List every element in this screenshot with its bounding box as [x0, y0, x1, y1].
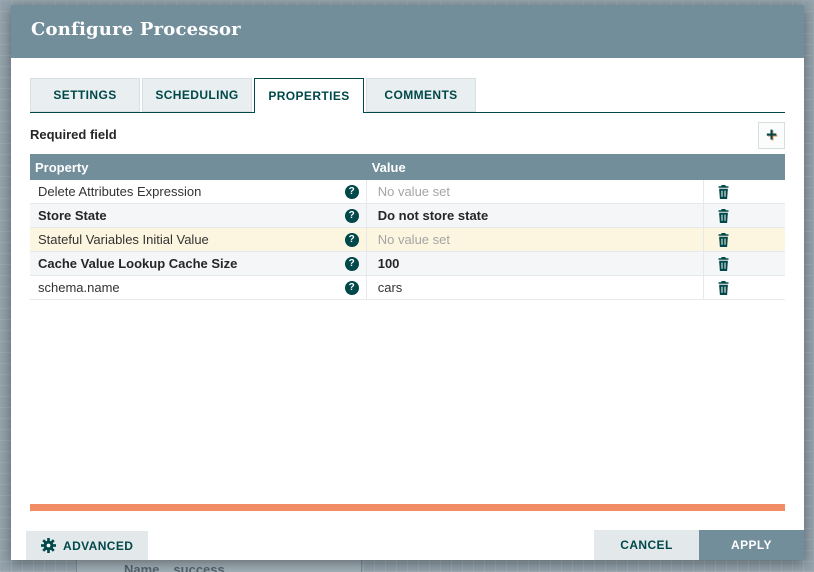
- actions-cell: [704, 180, 785, 203]
- dialog-title: Configure Processor: [31, 19, 241, 40]
- help-icon[interactable]: ?: [345, 185, 359, 199]
- property-value: No value set: [378, 232, 450, 247]
- table-header-row: Property Value: [30, 154, 785, 180]
- tab-bar: SETTINGS SCHEDULING PROPERTIES COMMENTS: [30, 78, 785, 113]
- delete-property-button[interactable]: [717, 233, 730, 247]
- value-cell[interactable]: No value set: [367, 180, 704, 203]
- help-icon[interactable]: ?: [345, 281, 359, 295]
- property-cell: Stateful Variables Initial Value ?: [30, 228, 367, 251]
- configure-processor-dialog: Configure Processor SETTINGS SCHEDULING …: [11, 5, 804, 560]
- add-property-button[interactable]: +: [758, 122, 785, 149]
- trash-icon: [717, 281, 730, 295]
- help-icon[interactable]: ?: [345, 257, 359, 271]
- value-cell[interactable]: No value set: [367, 228, 704, 251]
- trash-icon: [717, 257, 730, 271]
- actions-cell: [704, 204, 785, 227]
- required-field-label: Required field: [30, 127, 117, 142]
- advanced-button[interactable]: ADVANCED: [26, 531, 148, 560]
- table-row[interactable]: Cache Value Lookup Cache Size ? 100: [30, 252, 785, 276]
- table-body: Delete Attributes Expression ? No value …: [30, 180, 785, 300]
- help-icon[interactable]: ?: [345, 209, 359, 223]
- column-header-value: Value: [367, 160, 704, 175]
- delete-property-button[interactable]: [717, 209, 730, 223]
- table-row[interactable]: Stateful Variables Initial Value ? No va…: [30, 228, 785, 252]
- property-cell: Delete Attributes Expression ?: [30, 180, 367, 203]
- property-cell: schema.name ?: [30, 276, 367, 299]
- property-value: 100: [378, 256, 400, 271]
- column-header-property: Property: [30, 160, 367, 175]
- property-name: Stateful Variables Initial Value: [38, 232, 345, 247]
- value-cell[interactable]: Do not store state: [367, 204, 704, 227]
- plus-icon: +: [766, 125, 777, 146]
- actions-cell: [704, 252, 785, 275]
- property-cell: Cache Value Lookup Cache Size ?: [30, 252, 367, 275]
- table-row[interactable]: Delete Attributes Expression ? No value …: [30, 180, 785, 204]
- property-name: Delete Attributes Expression: [38, 184, 345, 199]
- tab-comments[interactable]: COMMENTS: [366, 78, 476, 112]
- property-value: Do not store state: [378, 208, 489, 223]
- cancel-button[interactable]: CANCEL: [594, 530, 699, 560]
- property-value: No value set: [378, 184, 450, 199]
- connection-label: Namesuccess: [76, 560, 362, 572]
- property-name: schema.name: [38, 280, 345, 295]
- trash-icon: [717, 209, 730, 223]
- tab-properties[interactable]: PROPERTIES: [254, 78, 364, 113]
- tab-scheduling[interactable]: SCHEDULING: [142, 78, 252, 112]
- horizontal-scrollbar[interactable]: [30, 504, 785, 511]
- table-row[interactable]: Store State ? Do not store state: [30, 204, 785, 228]
- delete-property-button[interactable]: [717, 257, 730, 271]
- properties-table: Property Value Delete Attributes Express…: [30, 154, 785, 300]
- actions-cell: [704, 276, 785, 299]
- tab-settings[interactable]: SETTINGS: [30, 78, 140, 112]
- table-toolbar: Required field +: [30, 121, 785, 151]
- delete-property-button[interactable]: [717, 281, 730, 295]
- tab-bar-underline: [30, 112, 785, 113]
- trash-icon: [717, 185, 730, 199]
- table-row[interactable]: schema.name ? cars: [30, 276, 785, 300]
- help-icon[interactable]: ?: [345, 233, 359, 247]
- value-cell[interactable]: cars: [367, 276, 704, 299]
- apply-button[interactable]: APPLY: [699, 530, 804, 560]
- delete-property-button[interactable]: [717, 185, 730, 199]
- trash-icon: [717, 233, 730, 247]
- property-name: Store State: [38, 208, 345, 223]
- gear-icon: [41, 538, 56, 553]
- property-value: cars: [378, 280, 403, 295]
- actions-cell: [704, 228, 785, 251]
- dialog-header: Configure Processor: [11, 5, 804, 58]
- advanced-button-label: ADVANCED: [63, 539, 133, 553]
- value-cell[interactable]: 100: [367, 252, 704, 275]
- property-cell: Store State ?: [30, 204, 367, 227]
- property-name: Cache Value Lookup Cache Size: [38, 256, 345, 271]
